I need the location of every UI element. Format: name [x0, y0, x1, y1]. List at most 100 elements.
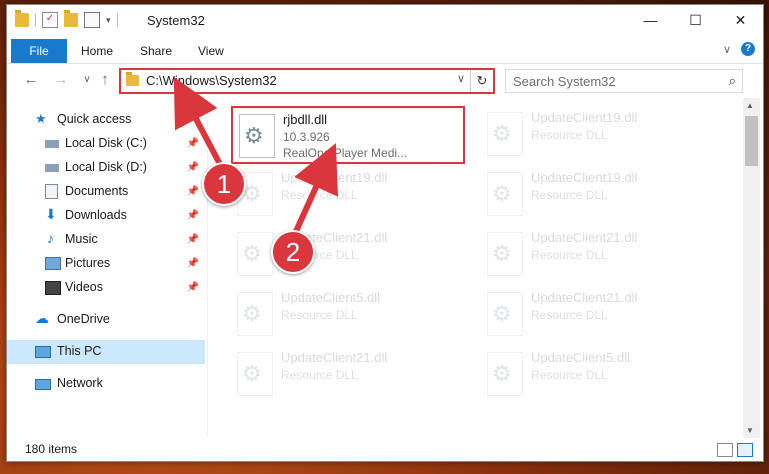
dll-file-icon: ⚙ — [487, 352, 523, 396]
scrollbar-thumb[interactable] — [745, 116, 758, 166]
tab-share[interactable]: Share — [140, 39, 172, 63]
sidebar-item-label: Documents — [65, 184, 129, 198]
help-icon[interactable]: ? — [741, 42, 755, 56]
star-icon: ★ — [35, 111, 47, 126]
file-item[interactable]: ⚙ UpdateClient5.dll Resource DLL — [231, 286, 463, 342]
sidebar-item-label: Local Disk (C:) — [65, 136, 147, 150]
sidebar-item-downloads[interactable]: ⬇ Downloads 📌 — [7, 204, 205, 228]
sidebar-item-onedrive[interactable]: ☁ OneDrive — [7, 308, 205, 332]
network-icon — [35, 379, 51, 390]
properties-check-icon[interactable]: ✓ — [42, 12, 58, 28]
address-path[interactable]: C:\Windows\System32 — [146, 73, 277, 88]
file-name: UpdateClient19.dll — [281, 170, 388, 185]
sidebar-item-label: Music — [65, 232, 98, 246]
new-folder-icon[interactable] — [64, 10, 78, 27]
file-type: Resource DLL — [281, 368, 358, 382]
sidebar-item-local-disk-c[interactable]: Local Disk (C:) 📌 — [7, 132, 205, 156]
quick-access-toolbar: ✓ ▾ — [15, 10, 118, 28]
file-item[interactable]: ⚙ UpdateClient21.dll Resource DLL — [481, 286, 713, 342]
sidebar-item-pictures[interactable]: Pictures 📌 — [7, 252, 205, 276]
up-button[interactable]: ↑ — [95, 70, 115, 90]
sidebar-item-music[interactable]: ♪ Music 📌 — [7, 228, 205, 252]
pin-icon[interactable]: 📌 — [187, 162, 199, 173]
sidebar-item-label: Quick access — [57, 112, 132, 126]
address-dropdown-icon[interactable]: ∨ — [457, 72, 465, 85]
maximize-button[interactable]: ☐ — [673, 5, 718, 35]
file-item[interactable]: ⚙ UpdateClient21.dll Resource DLL — [231, 226, 463, 282]
file-type: Resource DLL — [281, 188, 358, 202]
file-item[interactable]: ⚙ UpdateClient5.dll Resource DLL — [481, 346, 713, 402]
sidebar-item-label: Local Disk (D:) — [65, 160, 147, 174]
pin-icon[interactable]: 📌 — [187, 282, 199, 293]
status-bar: 180 items — [7, 439, 763, 461]
dll-file-icon: ⚙ — [487, 112, 523, 156]
pin-icon[interactable]: 📌 — [187, 234, 199, 245]
file-item[interactable]: ⚙ UpdateClient21.dll Resource DLL — [481, 226, 713, 282]
file-explorer-window: ✓ ▾ System32 — ☐ ✕ File Home Share View … — [6, 4, 764, 462]
file-item-selected[interactable]: ⚙ rjbdll.dll 10.3.926 RealOne Player Med… — [231, 106, 465, 164]
drive-icon — [45, 164, 59, 172]
tab-home[interactable]: Home — [81, 39, 113, 63]
folder-icon — [126, 72, 139, 86]
file-name: UpdateClient5.dll — [281, 290, 381, 305]
pin-icon[interactable]: 📌 — [187, 258, 199, 269]
sidebar-item-this-pc[interactable]: This PC — [7, 340, 205, 364]
refresh-button[interactable]: ↻ — [470, 70, 493, 92]
file-item[interactable]: ⚙ UpdateClient19.dll Resource DLL — [481, 166, 713, 222]
dll-file-icon: ⚙ — [487, 292, 523, 336]
file-type: Resource DLL — [531, 368, 608, 382]
download-icon: ⬇ — [45, 206, 57, 222]
close-button[interactable]: ✕ — [718, 5, 763, 35]
sidebar-item-videos[interactable]: Videos 📌 — [7, 276, 205, 300]
file-name: UpdateClient19.dll — [531, 110, 638, 125]
title-bar: ✓ ▾ System32 — ☐ ✕ — [7, 5, 763, 35]
file-description: RealOne Player Medi... — [283, 146, 408, 160]
navigation-pane: ★ Quick access Local Disk (C:) 📌 Local D… — [7, 98, 207, 438]
forward-button[interactable]: → — [51, 70, 71, 90]
search-input[interactable]: Search System32 — [513, 74, 616, 89]
customize-toolbar-icon[interactable] — [84, 12, 100, 28]
sidebar-item-local-disk-d[interactable]: Local Disk (D:) 📌 — [7, 156, 205, 180]
sidebar-item-label: OneDrive — [57, 312, 110, 326]
file-item[interactable]: ⚙ UpdateClient19.dll Resource DLL — [481, 106, 713, 162]
toolbar-dropdown-icon[interactable]: ▾ — [106, 15, 111, 26]
pin-icon[interactable]: 📌 — [187, 210, 199, 221]
file-name: UpdateClient21.dll — [531, 290, 638, 305]
dll-file-icon: ⚙ — [237, 292, 273, 336]
sidebar-item-network[interactable]: Network — [7, 372, 205, 396]
expand-ribbon-icon[interactable]: ∨ — [723, 43, 731, 56]
scroll-up-icon[interactable]: ▲ — [746, 101, 754, 110]
recent-locations-button[interactable]: ∨ — [77, 70, 97, 90]
details-view-icon[interactable] — [717, 443, 733, 457]
annotation-badge-2: 2 — [271, 230, 315, 274]
file-item[interactable]: ⚙ UpdateClient19.dll Resource DLL — [231, 166, 463, 222]
file-name: UpdateClient5.dll — [531, 350, 631, 365]
pin-icon[interactable]: 📌 — [187, 138, 199, 149]
file-version: 10.3.926 — [283, 130, 330, 144]
tab-file[interactable]: File — [11, 39, 67, 63]
sidebar-item-label: Videos — [65, 280, 103, 294]
address-bar[interactable]: C:\Windows\System32 ∨ ↻ — [119, 68, 495, 94]
search-box[interactable]: Search System32 ⌕ — [505, 69, 743, 93]
file-name: UpdateClient21.dll — [281, 350, 388, 365]
file-name: UpdateClient19.dll — [531, 170, 638, 185]
pin-icon[interactable]: 📌 — [187, 186, 199, 197]
file-item[interactable]: ⚙ UpdateClient21.dll Resource DLL — [231, 346, 463, 402]
vertical-scrollbar[interactable]: ▲ ▼ — [743, 98, 760, 438]
tab-view[interactable]: View — [198, 39, 224, 63]
scroll-down-icon[interactable]: ▼ — [746, 426, 754, 435]
folder-icon — [15, 10, 29, 27]
sidebar-item-documents[interactable]: Documents 📌 — [7, 180, 205, 204]
documents-icon — [45, 184, 58, 199]
sidebar-item-quick-access[interactable]: ★ Quick access — [7, 108, 205, 132]
sidebar-item-label: Pictures — [65, 256, 111, 270]
sidebar-item-label: Downloads — [65, 208, 127, 222]
minimize-button[interactable]: — — [628, 5, 673, 35]
pictures-icon — [45, 257, 61, 270]
tiles-view-icon[interactable] — [737, 443, 753, 457]
dll-file-icon: ⚙ — [237, 352, 273, 396]
sidebar-item-label: Network — [57, 376, 103, 390]
file-type: Resource DLL — [531, 308, 608, 322]
back-button[interactable]: ← — [21, 70, 41, 90]
dll-file-icon: ⚙ — [237, 232, 273, 276]
